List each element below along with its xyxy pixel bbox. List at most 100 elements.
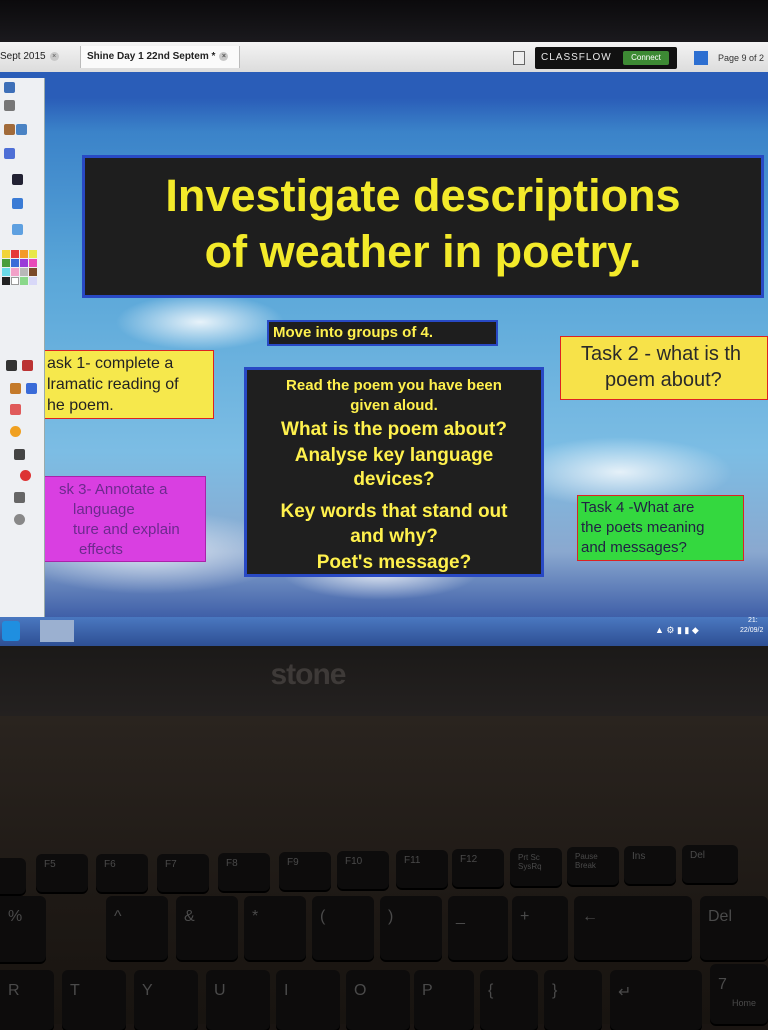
color-swatch[interactable] — [29, 250, 37, 258]
task3-note[interactable]: sk 3- Annotate a language ture and expla… — [44, 476, 206, 562]
pin-icon[interactable] — [4, 100, 15, 111]
keyboard-deck: F5 F6 F7 F8 F9 F10 F11 F12 Prt Sc SysRq … — [0, 716, 768, 1030]
instruction-line: given aloud. — [350, 397, 438, 414]
task1-line: ask 1- complete a — [47, 355, 174, 372]
stop-icon[interactable] — [20, 470, 31, 481]
close-icon[interactable]: × — [49, 51, 59, 61]
key-label: F5 — [44, 859, 56, 870]
key-y: Y — [134, 970, 198, 1030]
highlighter-icon[interactable] — [10, 383, 21, 394]
key-prtsc: Prt Sc SysRq — [510, 848, 562, 886]
page-browser-icon[interactable] — [694, 51, 708, 65]
classflow-connect-button[interactable]: Connect — [623, 51, 669, 65]
color-swatch[interactable] — [11, 268, 19, 276]
clock-icon[interactable] — [14, 514, 25, 525]
color-swatch[interactable] — [2, 277, 10, 285]
shape-icon[interactable] — [10, 426, 21, 437]
start-button-icon[interactable] — [2, 621, 20, 641]
color-swatch[interactable] — [20, 277, 28, 285]
color-swatch[interactable] — [29, 277, 37, 285]
key-label: R — [8, 982, 20, 999]
key-label: & — [184, 908, 195, 925]
classflow-label: CLASSFLOW — [541, 52, 612, 63]
key-label: } — [552, 982, 558, 999]
key-label: ^ — [114, 908, 122, 925]
instruction-line: Analyse key language — [294, 445, 494, 466]
tab-bar: Sept 2015 × Shine Day 1 22nd Septem * × CL… — [0, 42, 768, 73]
document-icon[interactable] — [513, 51, 525, 65]
activinspire-toolbox — [0, 78, 45, 626]
color-swatch[interactable] — [11, 250, 19, 258]
color-swatch[interactable] — [29, 268, 37, 276]
close-icon[interactable]: × — [219, 51, 229, 61]
key-5: % — [0, 896, 46, 962]
color-swatch[interactable] — [20, 259, 28, 267]
task2-line: Task 2 - what is th — [581, 343, 742, 365]
key-home: 7 Home — [710, 964, 768, 1024]
key-6: ^ — [106, 896, 168, 960]
key-u: U — [206, 970, 270, 1030]
screen-bezel-bottom — [0, 646, 768, 716]
task1-line: he poem. — [47, 397, 114, 414]
color-swatch[interactable] — [2, 259, 10, 267]
color-swatch[interactable] — [11, 259, 19, 267]
key-ins: Ins — [624, 846, 676, 884]
resource-icon[interactable] — [16, 124, 27, 135]
color-swatch[interactable] — [11, 277, 19, 285]
task2-note[interactable]: Task 2 - what is th poem about? — [560, 336, 768, 400]
browser-icon[interactable] — [4, 124, 15, 135]
color-swatch[interactable] — [20, 268, 28, 276]
key-pause: Pause Break — [567, 847, 619, 885]
task1-note[interactable]: ask 1- complete a lramatic reading of he… — [44, 350, 214, 419]
slide-title-box[interactable]: Investigate descriptions of weather in p… — [82, 155, 764, 298]
key-f7: F7 — [157, 854, 209, 892]
key-label: Home — [732, 998, 757, 1008]
key-label: F9 — [287, 857, 299, 868]
print-icon[interactable] — [12, 198, 23, 209]
tab-current-flipchart[interactable]: Shine Day 1 22nd Septem * × — [80, 46, 240, 68]
key-t: T — [62, 970, 126, 1030]
key-label: T — [70, 982, 80, 999]
groups-instruction[interactable]: Move into groups of 4. — [267, 320, 498, 346]
text-tool-icon[interactable] — [14, 449, 25, 460]
instruction-line: Read the poem you have been — [286, 377, 502, 394]
color-swatch[interactable] — [2, 268, 10, 276]
page-indicator: Page 9 of 2 — [718, 53, 765, 63]
key-backspace: ← — [574, 896, 692, 960]
key-label: F10 — [345, 856, 363, 867]
system-tray-icons[interactable]: ▲ ⚙ ▮ ▮ ◆ — [655, 625, 715, 635]
instructions-box[interactable]: Read the poem you have been given aloud.… — [244, 367, 544, 577]
instruction-line: Key words that stand out — [280, 501, 508, 522]
marker-icon[interactable] — [26, 383, 37, 394]
task3-line: ture and explain — [73, 521, 180, 538]
color-swatch[interactable] — [29, 259, 37, 267]
tab-sept-2015[interactable]: Sept 2015 × — [0, 46, 78, 68]
task4-note[interactable]: Task 4 -What are the poets meaning and m… — [577, 495, 744, 561]
eraser-icon[interactable] — [10, 404, 21, 415]
save-icon[interactable] — [12, 174, 23, 185]
color-swatch[interactable] — [20, 250, 28, 258]
menu-icon[interactable] — [4, 82, 15, 93]
color-swatch[interactable] — [2, 250, 10, 258]
pen-icon[interactable] — [22, 360, 33, 371]
task3-line: effects — [79, 541, 123, 558]
instruction-line: Poet's message? — [316, 552, 472, 573]
undo-icon[interactable] — [14, 492, 25, 503]
select-arrow-icon[interactable] — [6, 360, 17, 371]
globe-icon[interactable] — [12, 224, 23, 235]
key-7: & — [176, 896, 238, 960]
key-enter: ↵ — [610, 970, 702, 1030]
screen-bezel-top — [0, 0, 768, 44]
key-label: + — [520, 908, 530, 925]
key-del-num: Del — [700, 896, 768, 960]
key-f11: F11 — [396, 850, 448, 888]
task4-line: Task 4 -What are — [581, 499, 695, 516]
key-minus: _ — [448, 896, 508, 960]
key-f9: F9 — [279, 852, 331, 890]
title-line-2: of weather in poetry. — [204, 226, 642, 277]
key-label: Del — [708, 908, 733, 925]
taskbar-app-icon[interactable] — [40, 620, 74, 642]
instruction-line: devices? — [353, 469, 435, 490]
key-9: ( — [312, 896, 374, 960]
page-icon[interactable] — [4, 148, 15, 159]
